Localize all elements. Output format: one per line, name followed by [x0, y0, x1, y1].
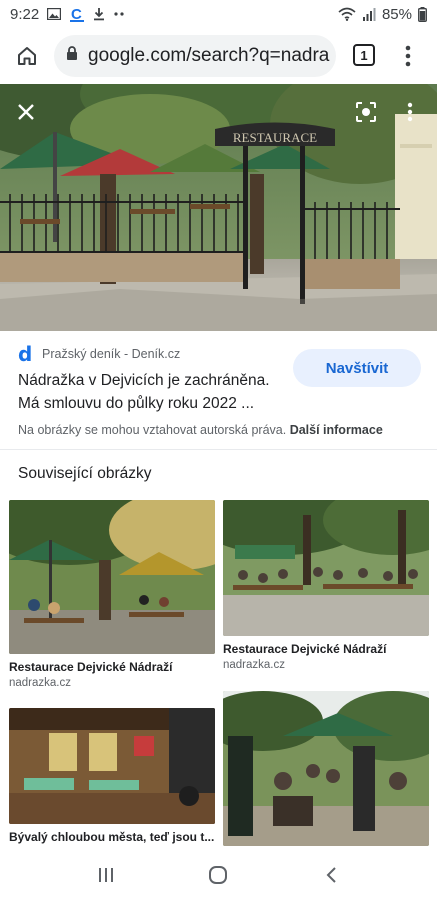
url-text: google.com/search?q=nadra — [88, 45, 330, 66]
overflow-menu-icon[interactable] — [398, 42, 418, 70]
card-source: nadrazka.cz — [223, 659, 286, 671]
system-nav-bar — [0, 850, 437, 900]
wifi-icon — [338, 7, 356, 21]
home-icon[interactable] — [12, 41, 42, 71]
more-info-link[interactable]: Další informace — [290, 423, 383, 437]
divider — [0, 449, 437, 450]
related-image-card[interactable]: Bývalý chloubou města, teď jsou t... — [9, 708, 215, 844]
related-thumbnail — [9, 708, 215, 824]
download-icon — [93, 7, 105, 21]
related-thumbnail — [223, 691, 429, 846]
card-title: Restaurace Dejvické Nádraží — [9, 660, 173, 674]
source-logo-icon: d — [18, 342, 33, 366]
more-notifications-icon — [113, 11, 125, 17]
copyright-text: Na obrázky se mohou vztahovat autorská p… — [18, 423, 287, 437]
hero-image[interactable]: RESTAURACE — [0, 84, 437, 331]
result-source[interactable]: d Pražský deník - Deník.cz — [18, 342, 181, 366]
recent-apps-icon[interactable] — [86, 860, 126, 890]
related-image-card[interactable]: Restaurace Dejvické Nádraží nadrazka.cz — [223, 500, 429, 671]
related-thumbnail — [9, 500, 215, 654]
more-vertical-icon[interactable] — [400, 98, 420, 126]
card-source: nadrazka.cz — [9, 677, 72, 689]
related-image-card[interactable] — [223, 691, 429, 846]
tab-count: 1 — [360, 47, 368, 63]
related-images-heading: Související obrázky — [18, 465, 152, 482]
card-title: Bývalý chloubou města, teď jsou t... — [9, 830, 215, 844]
result-title[interactable]: Nádražka v Dejvicích je zachráněna. Má s… — [18, 369, 280, 415]
related-image-card[interactable]: Restaurace Dejvické Nádraží nadrazka.cz — [9, 500, 215, 689]
home-circle-icon[interactable] — [198, 860, 238, 890]
svg-text:C: C — [71, 6, 82, 22]
visit-button[interactable]: Navštívit — [293, 349, 421, 387]
lens-icon[interactable] — [352, 98, 380, 126]
card-title: Restaurace Dejvické Nádraží — [223, 642, 387, 656]
battery-percent: 85% — [381, 5, 412, 23]
gallery-icon — [47, 8, 62, 20]
copyright-notice: Na obrázky se mohou vztahovat autorská p… — [18, 423, 383, 437]
c-app-icon: C — [69, 6, 85, 22]
status-bar: 9:22 C 85% — [0, 0, 437, 28]
back-icon[interactable] — [311, 860, 351, 890]
tab-switcher-icon[interactable]: 1 — [353, 44, 375, 66]
related-thumbnail — [223, 500, 429, 636]
signal-icon — [362, 7, 376, 21]
browser-toolbar: google.com/search?q=nadra 1 — [0, 30, 437, 82]
status-time: 9:22 — [10, 5, 40, 23]
address-bar[interactable]: google.com/search?q=nadra — [54, 35, 336, 77]
hero-sign-text: RESTAURACE — [233, 130, 317, 145]
close-icon[interactable] — [12, 98, 40, 126]
source-name: Pražský deník - Deník.cz — [42, 347, 181, 361]
battery-icon — [418, 6, 427, 22]
lock-icon — [66, 46, 78, 66]
